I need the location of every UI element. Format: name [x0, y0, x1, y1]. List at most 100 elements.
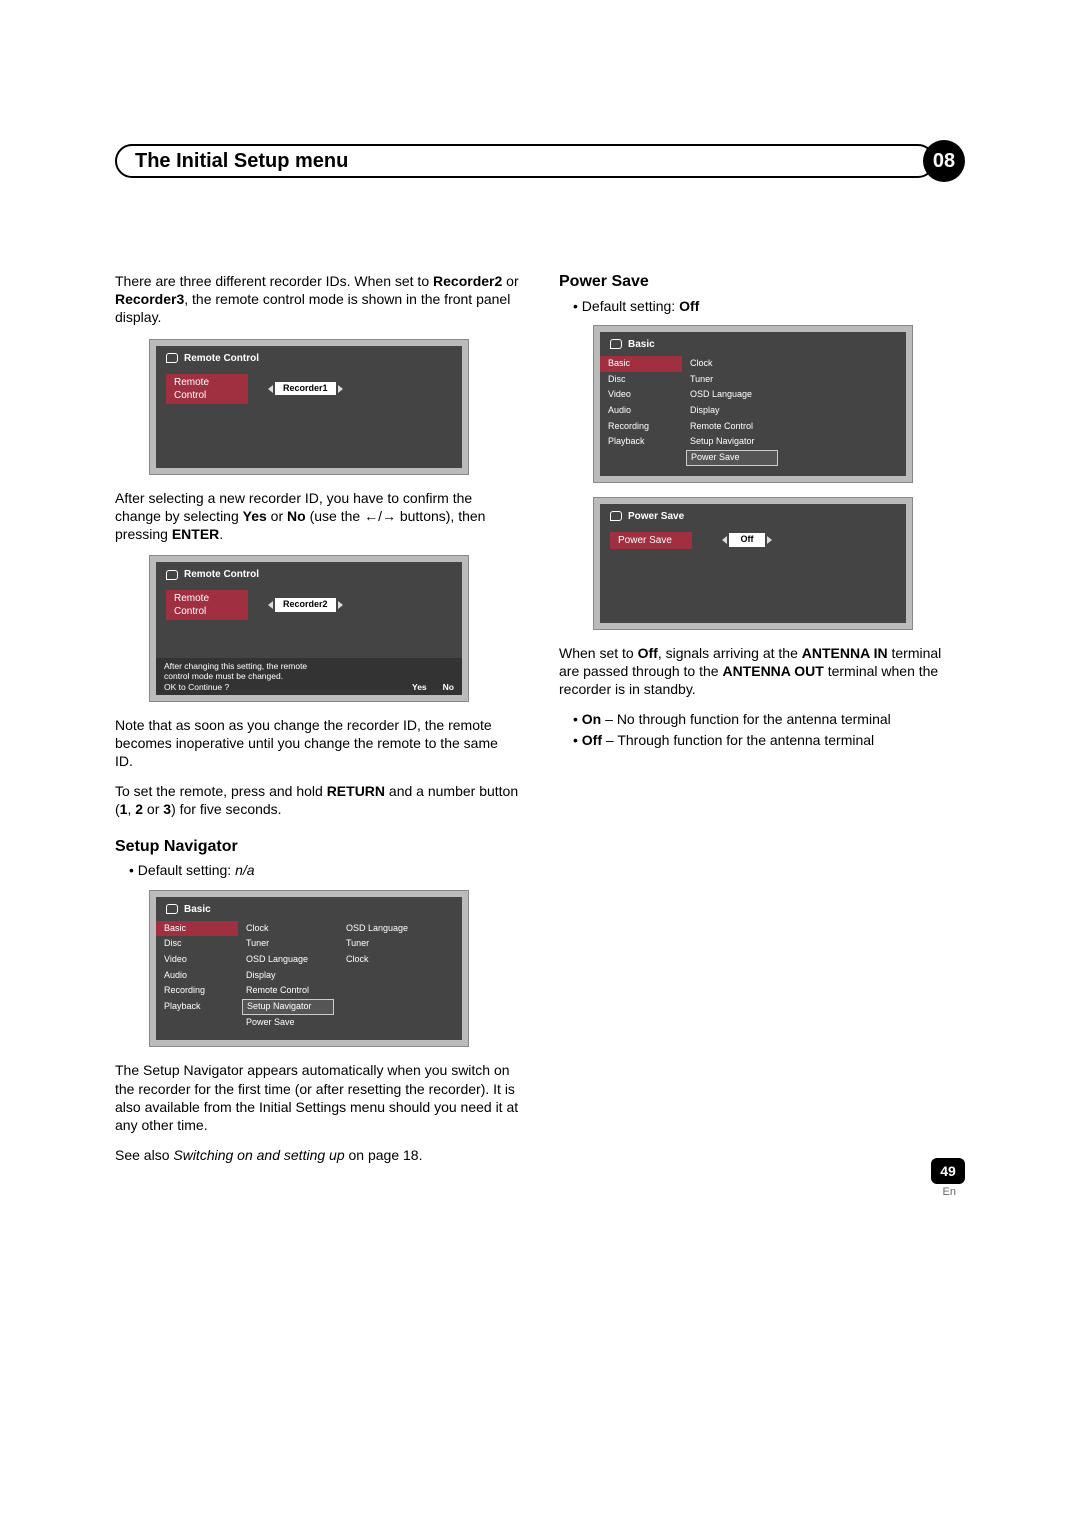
osd-item: OSD Language	[682, 387, 782, 403]
chapter-header: The Initial Setup menu 08	[115, 140, 965, 182]
text: To set the remote, press and hold	[115, 783, 327, 799]
osd-item: OSD Language	[238, 952, 338, 968]
text-bold: Recorder2	[433, 273, 502, 289]
return-icon	[166, 904, 178, 914]
osd-footer-line: control mode must be changed.	[164, 671, 307, 681]
osd-item: Recording	[600, 419, 682, 435]
text: – Through function for the antenna termi…	[602, 732, 874, 748]
text-bold: Off	[679, 298, 699, 314]
text-italic: n/a	[235, 862, 254, 878]
osd-item: Playback	[156, 999, 238, 1015]
osd-sidebar: Basic Disc Video Audio Recording Playbac…	[156, 921, 238, 1031]
osd-item-selected: Basic	[600, 356, 682, 372]
text-bold: RETURN	[327, 783, 385, 799]
arrow-left-icon	[268, 385, 273, 393]
osd-selector: Recorder1	[268, 382, 343, 396]
paragraph: After selecting a new recorder ID, you h…	[115, 489, 519, 544]
osd-item: Clock	[682, 356, 782, 372]
bullet-list: Default setting: n/a	[115, 861, 519, 879]
osd-item: Video	[156, 952, 238, 968]
page-language: En	[943, 1186, 956, 1198]
osd-title-text: Basic	[628, 338, 655, 351]
text-bold: Off	[582, 732, 602, 748]
osd-item: Display	[238, 968, 338, 984]
text-italic: Switching on and setting up	[173, 1147, 344, 1163]
chapter-title: The Initial Setup menu	[115, 144, 935, 178]
page-number-badge: 49	[931, 1158, 965, 1184]
list-item: Off – Through function for the antenna t…	[573, 731, 963, 749]
bullet-list: On – No through function for the antenna…	[559, 710, 963, 748]
text-bold: 2	[135, 801, 143, 817]
text-bold: Off	[638, 645, 658, 661]
text: Default setting:	[138, 862, 235, 878]
arrow-right-icon	[338, 385, 343, 393]
page-content: The Initial Setup menu 08 There are thre…	[115, 140, 965, 1176]
text: – No through function for the antenna te…	[601, 711, 891, 727]
osd-no: No	[443, 682, 454, 692]
arrow-left-icon	[722, 536, 727, 544]
text-bold: No	[287, 508, 306, 524]
two-column-layout: There are three different recorder IDs. …	[115, 272, 965, 1176]
osd-item-highlight: Power Save	[686, 450, 778, 466]
osd-right-column: OSD Language Tuner Clock	[338, 921, 462, 1031]
paragraph: There are three different recorder IDs. …	[115, 272, 519, 327]
text-bold: Yes	[243, 508, 267, 524]
osd-item: OSD Language	[338, 921, 462, 937]
osd-value: Recorder2	[275, 598, 336, 612]
arrow-right-icon	[338, 601, 343, 609]
osd-item: Disc	[600, 372, 682, 388]
osd-screenshot-basic-power-save: Basic Basic Disc Video Audio Recording P…	[593, 325, 913, 483]
osd-item: Audio	[156, 968, 238, 984]
osd-item: Recording	[156, 983, 238, 999]
osd-item: Video	[600, 387, 682, 403]
osd-label: Remote Control	[166, 590, 248, 620]
text-bold: ANTENNA IN	[802, 645, 888, 661]
paragraph: Note that as soon as you change the reco…	[115, 716, 519, 771]
text: or	[143, 801, 163, 817]
text: or	[267, 508, 287, 524]
osd-item: Audio	[600, 403, 682, 419]
osd-item: Clock	[338, 952, 462, 968]
osd-mid-column: Clock Tuner OSD Language Display Remote …	[682, 356, 782, 466]
list-item: Default setting: Off	[573, 297, 963, 315]
left-column: There are three different recorder IDs. …	[115, 272, 519, 1176]
osd-title-text: Remote Control	[184, 568, 259, 581]
arrow-right-icon	[767, 536, 772, 544]
osd-item: Tuner	[238, 936, 338, 952]
arrow-left-icon: ←	[364, 508, 378, 524]
text: (use the	[306, 508, 364, 524]
paragraph: See also Switching on and setting up on …	[115, 1146, 519, 1164]
text: Default setting:	[582, 298, 679, 314]
osd-item: Setup Navigator	[682, 434, 782, 450]
osd-screenshot-remote-control-1: Remote Control Remote Control Recorder1	[149, 339, 469, 475]
text: .	[219, 526, 223, 542]
osd-item: Remote Control	[238, 983, 338, 999]
return-icon	[166, 353, 178, 363]
text: on page 18.	[345, 1147, 423, 1163]
bullet-list: Default setting: Off	[559, 297, 963, 315]
osd-value: Recorder1	[275, 382, 336, 396]
osd-item-highlight: Setup Navigator	[242, 999, 334, 1015]
osd-item: Tuner	[682, 372, 782, 388]
text-bold: ANTENNA OUT	[722, 663, 823, 679]
text-bold: 3	[163, 801, 171, 817]
paragraph: To set the remote, press and hold RETURN…	[115, 782, 519, 818]
text: When set to	[559, 645, 638, 661]
list-item: Default setting: n/a	[129, 861, 519, 879]
osd-footer-line: After changing this setting, the remote	[164, 661, 307, 671]
return-icon	[610, 339, 622, 349]
osd-selector: Recorder2	[268, 598, 343, 612]
paragraph: When set to Off, signals arriving at the…	[559, 644, 963, 699]
text: or	[502, 273, 518, 289]
osd-selector: Off	[722, 533, 772, 547]
osd-label: Power Save	[610, 532, 692, 549]
chapter-number-badge: 08	[923, 140, 965, 182]
osd-item: Tuner	[338, 936, 462, 952]
osd-item-selected: Basic	[156, 921, 238, 937]
osd-title-text: Remote Control	[184, 352, 259, 365]
osd-screenshot-power-save-off: Power Save Power Save Off	[593, 497, 913, 630]
text-bold: ENTER	[172, 526, 219, 542]
text: , signals arriving at the	[658, 645, 802, 661]
osd-item: Disc	[156, 936, 238, 952]
osd-title-text: Basic	[184, 903, 211, 916]
